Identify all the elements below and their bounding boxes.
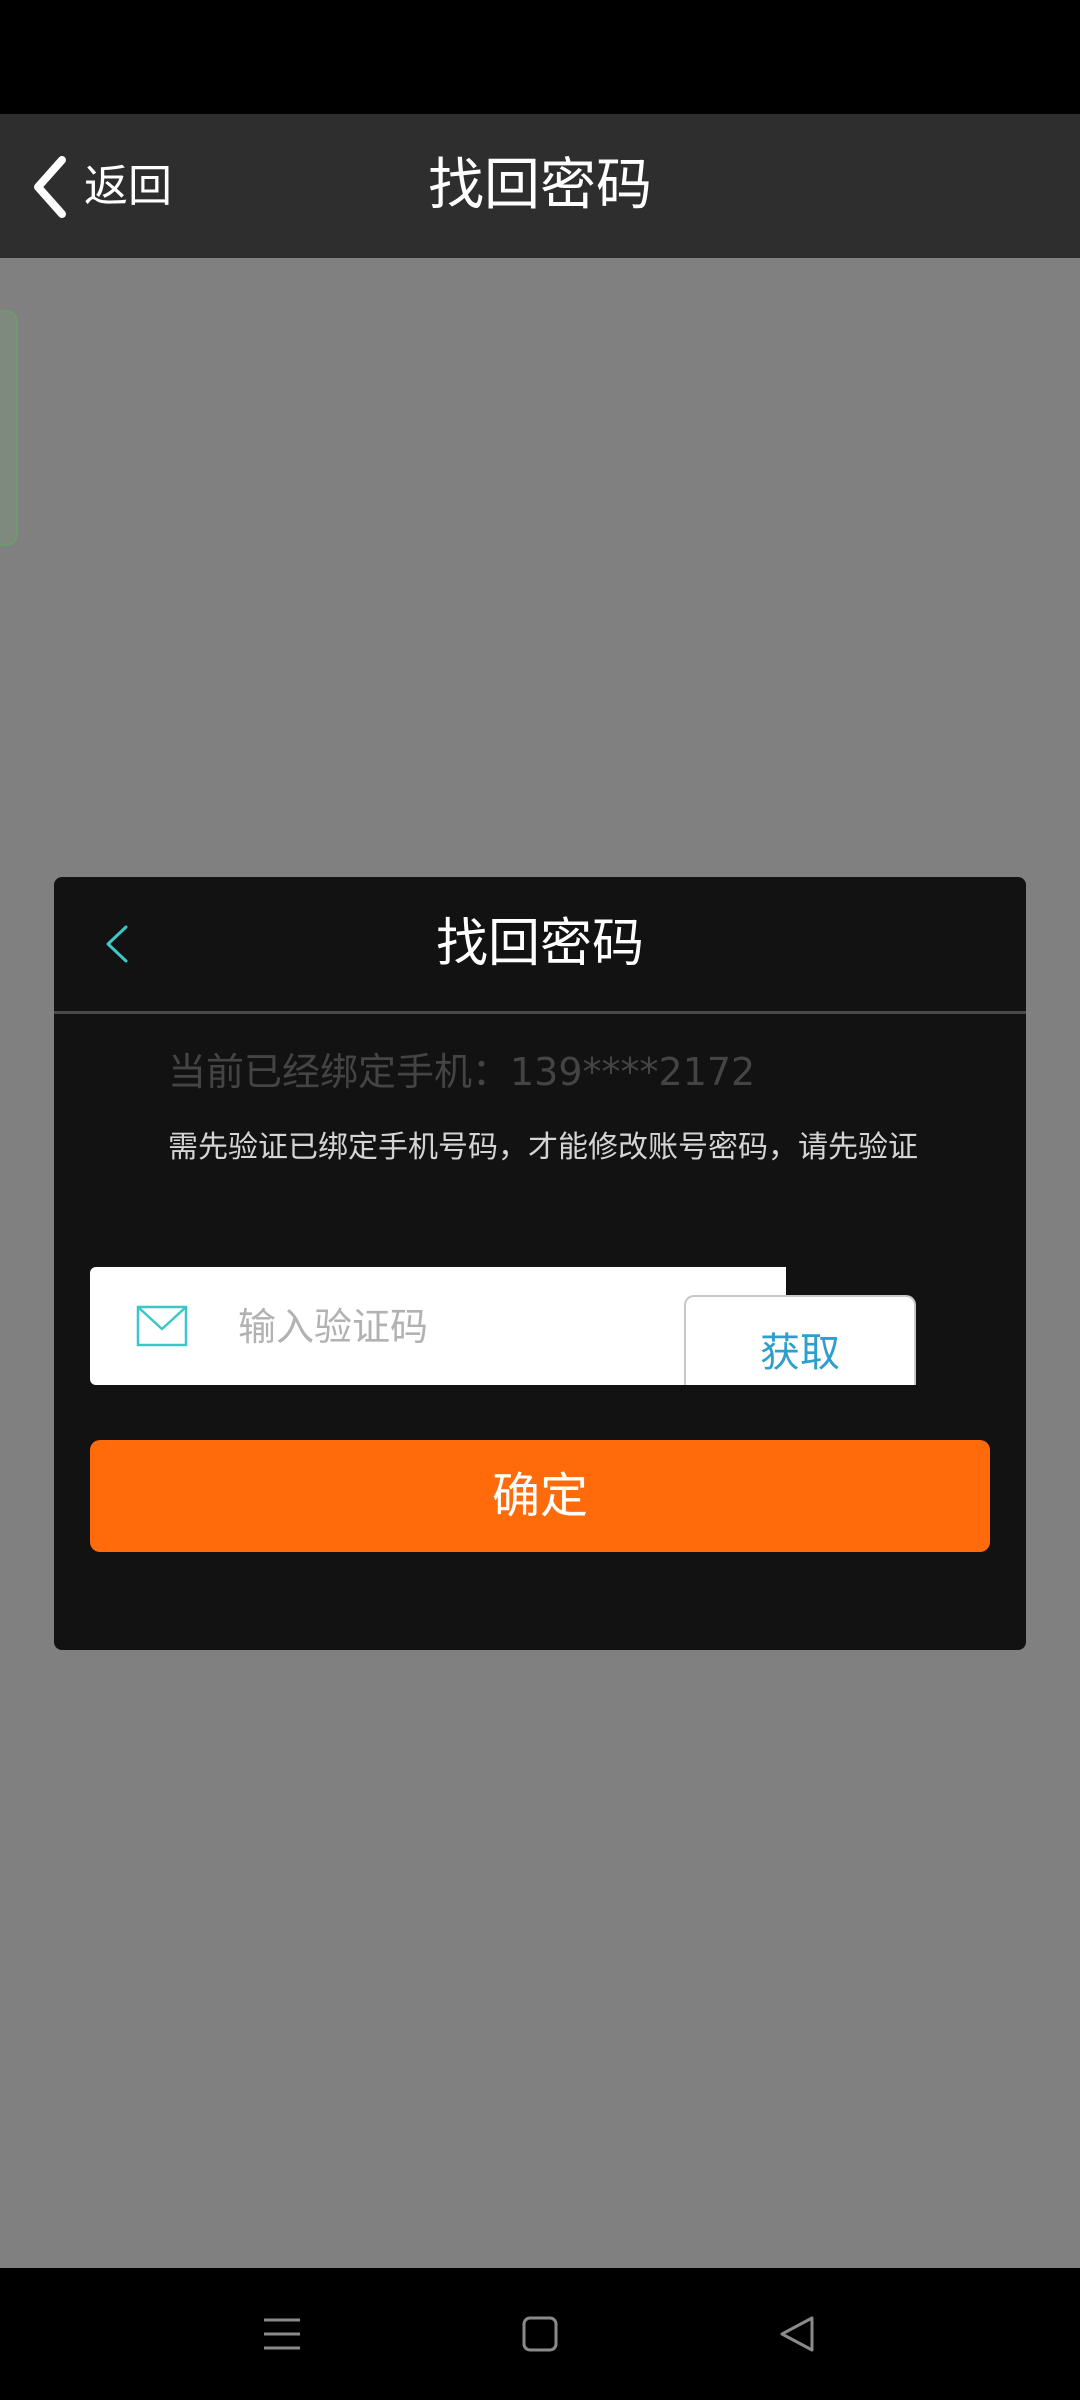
bound-phone-text: 当前已经绑定手机：139****2172	[168, 1050, 756, 1094]
chevron-left-icon	[30, 154, 70, 220]
status-bar	[0, 0, 1080, 114]
chevron-left-icon	[100, 919, 134, 969]
dialog-header: 找回密码	[54, 877, 1026, 1014]
nav-menu-button[interactable]	[256, 2308, 308, 2360]
triangle-back-icon	[772, 2308, 824, 2360]
menu-icon	[256, 2308, 308, 2360]
app-header: 找回密码 返回	[0, 114, 1080, 258]
get-code-button[interactable]: 获取	[684, 1295, 916, 1385]
back-label: 返回	[84, 161, 172, 212]
code-input-row	[90, 1267, 786, 1385]
dialog-back-button[interactable]	[100, 919, 134, 969]
side-tab	[0, 310, 18, 546]
verification-code-input[interactable]	[236, 1289, 660, 1365]
confirm-button[interactable]: 确定	[90, 1440, 990, 1552]
nav-back-button[interactable]	[772, 2308, 824, 2360]
system-nav-bar	[0, 2268, 1080, 2400]
nav-home-button[interactable]	[514, 2308, 566, 2360]
square-home-icon	[514, 2308, 566, 2360]
dialog-title: 找回密码	[435, 914, 644, 974]
back-button[interactable]: 返回	[30, 154, 172, 220]
verification-notice: 需先验证已绑定手机号码，才能修改账号密码，请先验证	[168, 1130, 918, 1165]
recover-password-dialog: 找回密码 当前已经绑定手机：139****2172 需先验证已绑定手机号码，才能…	[54, 877, 1026, 1650]
mail-icon	[136, 1305, 188, 1347]
